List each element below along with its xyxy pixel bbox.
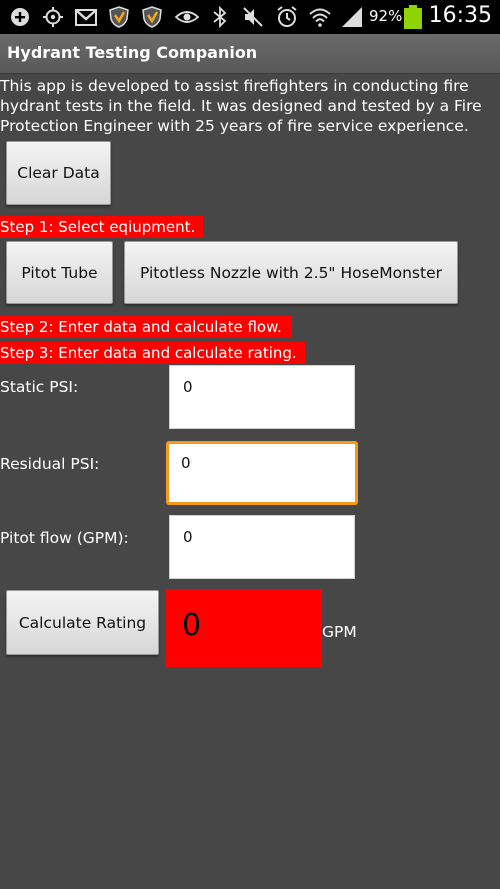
clear-data-button[interactable]: Clear Data: [6, 141, 111, 205]
static-psi-label: Static PSI:: [0, 378, 79, 396]
add-icon: [11, 8, 29, 26]
gmail-icon: [75, 9, 97, 26]
battery-icon: [404, 5, 422, 29]
pitotless-nozzle-button[interactable]: Pitotless Nozzle with 2.5" HoseMonster: [124, 241, 458, 304]
bluetooth-icon: [213, 6, 227, 28]
pitot-tube-button[interactable]: Pitot Tube: [6, 241, 113, 304]
step-1-label: Step 1: Select eqiupment.: [0, 216, 203, 238]
app-description: This app is developed to assist firefigh…: [0, 77, 482, 135]
signal-icon: [342, 7, 362, 27]
calculate-rating-button[interactable]: Calculate Rating: [6, 590, 159, 655]
app-title-bar: Hydrant Testing Companion: [0, 34, 500, 74]
pitot-flow-label: Pitot flow (GPM):: [0, 529, 129, 547]
battery-percent: 92%: [369, 7, 403, 25]
static-psi-input[interactable]: 0: [169, 365, 355, 429]
wifi-icon: [309, 8, 331, 27]
residual-psi-label: Residual PSI:: [0, 455, 100, 473]
rating-result: 0: [166, 589, 322, 667]
eye-icon: [175, 11, 199, 23]
rating-unit: GPM: [322, 623, 357, 641]
pitot-flow-input[interactable]: 0: [169, 515, 355, 579]
shield-icon: [109, 6, 129, 28]
app-title: Hydrant Testing Companion: [7, 43, 258, 62]
shield-icon: [142, 6, 162, 28]
residual-psi-input[interactable]: 0: [166, 441, 358, 505]
step-2-label: Step 2: Enter data and calculate flow.: [0, 316, 292, 338]
clock: 16:35: [428, 3, 492, 28]
status-bar: 92% 16:35: [0, 0, 500, 34]
gps-icon: [43, 7, 63, 27]
alarm-icon: [277, 6, 297, 27]
mute-icon: [243, 7, 263, 27]
step-3-label: Step 3: Enter data and calculate rating.: [0, 342, 305, 364]
